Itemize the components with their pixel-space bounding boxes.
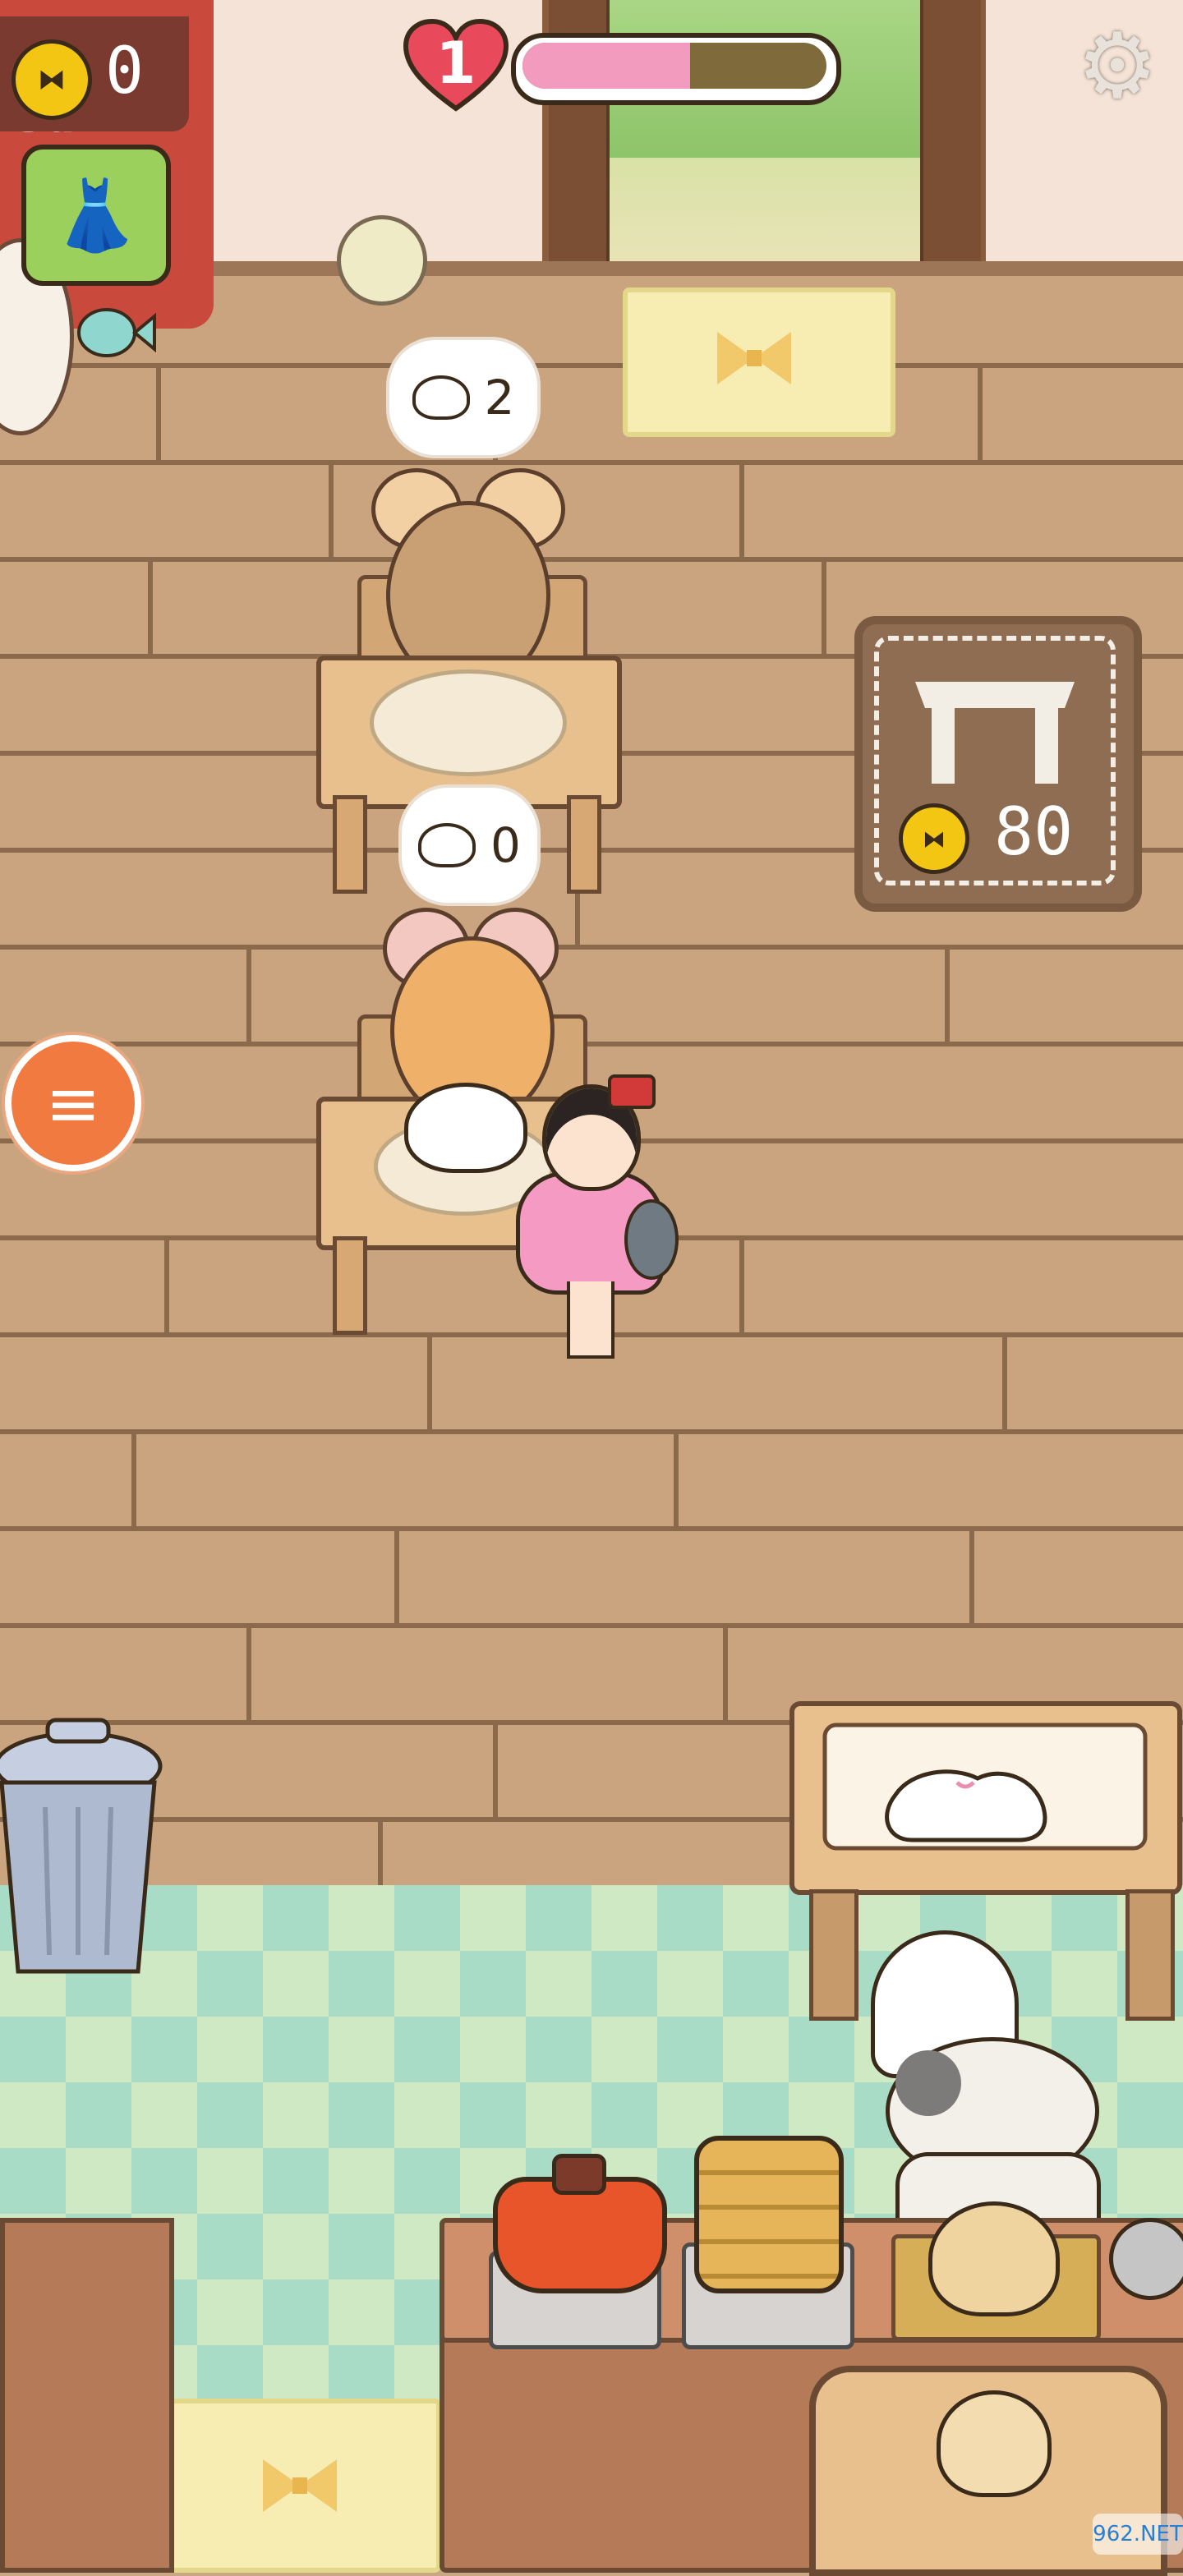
door-post (920, 0, 981, 271)
steamed-bun-icon (418, 823, 476, 867)
floor-seam (164, 1240, 169, 1332)
floor-seam (822, 562, 826, 654)
gear-icon: ⚙ (1076, 13, 1158, 118)
hamburger-menu-icon: ≡ (45, 1065, 101, 1142)
entrance-rug (623, 288, 895, 437)
floor-seam (246, 1628, 251, 1720)
table-icon (915, 682, 1075, 784)
kitchen-rug (168, 2399, 441, 2573)
wooden-floor (0, 271, 1183, 1889)
table-leg (567, 795, 601, 894)
serving-counter[interactable] (789, 1700, 1183, 1898)
table-leg (333, 795, 367, 894)
order-bubble: 0 (398, 784, 541, 906)
bamboo-steamer[interactable] (694, 2136, 844, 2293)
waitress-legs (567, 1281, 615, 1359)
floor-seam (1002, 1337, 1007, 1429)
pot-lid-knob (552, 2154, 606, 2195)
table-leg (333, 1236, 367, 1335)
bow-pattern-icon (263, 2459, 337, 2512)
trash-can[interactable] (0, 1717, 164, 1980)
floor-seam (969, 1531, 974, 1623)
floor-seam (394, 1531, 399, 1623)
bow-pattern-icon (717, 332, 791, 384)
dress-icon: 👗 (53, 174, 140, 255)
floor-seam (131, 1434, 136, 1526)
floor-seam (945, 950, 950, 1042)
player-level: 1 (435, 30, 476, 97)
menu-button[interactable]: ≡ (5, 1035, 141, 1171)
hair-bow (608, 1074, 656, 1109)
floor-seam (739, 1240, 744, 1332)
floor-seam (493, 1725, 498, 1817)
watermark: 962.NET (1093, 2514, 1183, 2555)
coin-count: 0 (105, 34, 144, 108)
floor-seam (156, 368, 161, 460)
pearl-decor (337, 215, 427, 306)
floor-seam (148, 562, 153, 654)
wheat-sack-icon (937, 2390, 1052, 2497)
flour-sack[interactable] (928, 2201, 1060, 2316)
coin-icon: ⧓ (899, 803, 969, 874)
serving-tray (624, 1199, 679, 1280)
order-bubble: 2 (386, 337, 541, 458)
level-progress-track (522, 43, 826, 89)
mixing-bowl (1109, 2218, 1183, 2300)
counter-leg (1125, 1889, 1175, 2021)
floor-seam (246, 950, 251, 1042)
steamed-bun-dish (404, 1083, 527, 1173)
floor-seam (723, 1628, 728, 1720)
kitchen-side-counter (0, 2218, 174, 2573)
floor-seam (978, 368, 983, 460)
order-count: 0 (490, 817, 521, 873)
floor-seam (739, 465, 744, 557)
steamed-bun-icon (412, 375, 470, 420)
counter-leg (809, 1889, 858, 2021)
candy-icon (77, 308, 156, 357)
empty-plate (370, 669, 567, 776)
settings-button[interactable]: ⚙ (1068, 13, 1167, 118)
floor-seam (674, 1434, 679, 1526)
floor-seam (427, 1337, 432, 1429)
table-price: 80 (994, 794, 1074, 870)
level-progress-fill (522, 43, 690, 89)
coin-icon: ⧓ (12, 39, 92, 120)
floor-seam (329, 465, 334, 557)
order-count: 2 (484, 370, 515, 426)
wardrobe-button[interactable]: 👗 (21, 145, 171, 286)
cat-patch (895, 2050, 961, 2116)
